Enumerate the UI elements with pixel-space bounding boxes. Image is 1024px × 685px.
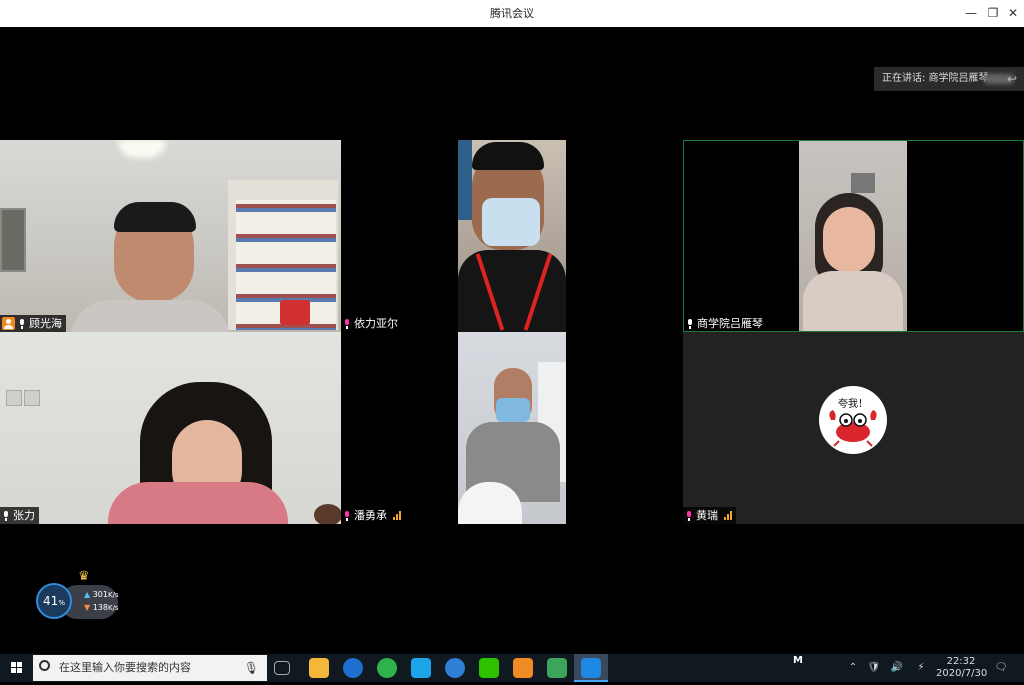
download-arrow-icon: ▼ <box>84 603 91 612</box>
avatar: 夸我！ <box>819 386 887 454</box>
speaking-label: 正在讲话: 商学院吕雁琴 <box>882 73 989 84</box>
speaking-indicator: 正在讲话: 商学院吕雁琴 ↩ <box>874 67 1024 91</box>
clock[interactable]: 22:32 2020/7/30 <box>936 654 988 682</box>
title-bar: 腾讯会议 — ❐ ✕ <box>0 0 1024 27</box>
search-placeholder: 在这里输入你要搜索的内容 <box>59 661 191 674</box>
mic-muted-icon <box>343 510 351 521</box>
crown-icon: ♛ <box>78 569 90 584</box>
host-icon <box>2 317 15 330</box>
upload-speed: 301 <box>92 590 108 599</box>
tray-app-m[interactable]: M <box>789 654 807 682</box>
close-button[interactable]: ✕ <box>1002 0 1024 27</box>
sogou-icon[interactable] <box>445 658 465 678</box>
participant-label: 商学院吕雁琴 <box>684 315 767 331</box>
microphone-icon[interactable]: 🎙 <box>244 655 259 681</box>
participant-name: 顾光海 <box>29 317 62 330</box>
participant-name: 潘勇承 <box>354 509 387 522</box>
upload-arrow-icon: ▲ <box>84 590 91 599</box>
file-explorer-icon[interactable] <box>309 658 329 678</box>
mic-icon <box>686 318 694 329</box>
video-tile-3[interactable]: 商学院吕雁琴 <box>683 140 1024 332</box>
taskbar: 在这里输入你要搜索的内容 🎙 M ⌃ 🛡 🔊 ⚡ 22:32 2020/7/30… <box>0 654 1024 682</box>
search-circle-icon <box>39 660 50 671</box>
participant-name: 商学院吕雁琴 <box>697 317 763 330</box>
mic-muted-icon <box>685 510 693 521</box>
crab-icon <box>829 410 877 447</box>
video-feed <box>458 332 566 524</box>
mic-icon <box>18 318 26 329</box>
participant-name: 张力 <box>13 509 35 522</box>
participant-label: 依力亚尔 <box>341 315 402 332</box>
download-speed: 138 <box>92 603 108 612</box>
network-speed-widget[interactable]: ♛ ▲ 301K/s ▼ 138K/s 41% <box>34 569 124 629</box>
volume-icon[interactable]: 🔊 <box>889 654 905 682</box>
participant-label: 潘勇承 <box>341 507 405 524</box>
tencent-meeting-icon <box>581 658 601 678</box>
classroom-app-icon[interactable] <box>547 658 567 678</box>
participant-name: 黄瑞 <box>696 509 718 522</box>
windows-icon <box>11 662 22 673</box>
taskbar-search[interactable]: 在这里输入你要搜索的内容 🎙 <box>33 655 267 681</box>
clock-time: 22:32 <box>946 656 976 667</box>
minimize-button[interactable]: — <box>960 0 982 27</box>
clock-date: 2020/7/30 <box>936 668 988 679</box>
video-feed <box>0 140 341 332</box>
signal-icon <box>393 511 401 520</box>
help-icon[interactable] <box>513 658 533 678</box>
window-title: 腾讯会议 <box>490 7 534 20</box>
participant-label: 张力 <box>0 507 39 524</box>
memory-percent-ring: 41% <box>36 583 72 619</box>
tencent-meeting-taskbar-button[interactable] <box>574 654 608 682</box>
mic-muted-icon <box>343 318 351 329</box>
video-tile-2[interactable]: 依力亚尔 <box>341 140 683 332</box>
browser-360-icon[interactable] <box>377 658 397 678</box>
signal-icon <box>724 511 732 520</box>
video-feed <box>458 140 566 332</box>
media-player-icon[interactable] <box>411 658 431 678</box>
task-view-icon[interactable] <box>274 661 290 675</box>
wechat-icon[interactable] <box>479 658 499 678</box>
video-feed <box>799 141 907 331</box>
participant-name: 依力亚尔 <box>354 317 398 330</box>
participant-label: 顾光海 <box>0 315 66 332</box>
start-button[interactable] <box>0 654 33 682</box>
video-tile-1[interactable]: 顾光海 <box>0 140 341 332</box>
participant-label: 黄瑞 <box>683 507 736 524</box>
video-feed <box>0 332 341 524</box>
network-icon[interactable]: ⚡ <box>913 654 929 682</box>
mic-icon <box>2 510 10 521</box>
notification-icon[interactable]: 🗨 <box>992 654 1010 682</box>
percent-value: 41 <box>43 594 59 608</box>
upload-unit: K/s <box>107 591 119 599</box>
percent-unit: % <box>58 599 65 607</box>
download-unit: K/s <box>107 604 119 612</box>
restore-button[interactable]: ❐ <box>982 0 1004 27</box>
video-tile-5[interactable]: 潘勇承 <box>341 332 683 524</box>
video-tile-4[interactable]: 张力 <box>0 332 341 524</box>
ie-browser-icon[interactable] <box>343 658 363 678</box>
security-icon[interactable]: 🛡 <box>866 654 882 682</box>
video-tile-6[interactable]: 夸我！ 黄瑞 <box>683 332 1024 524</box>
show-hidden-icons[interactable]: ⌃ <box>846 654 860 682</box>
reply-icon[interactable]: ↩ <box>1004 67 1020 91</box>
